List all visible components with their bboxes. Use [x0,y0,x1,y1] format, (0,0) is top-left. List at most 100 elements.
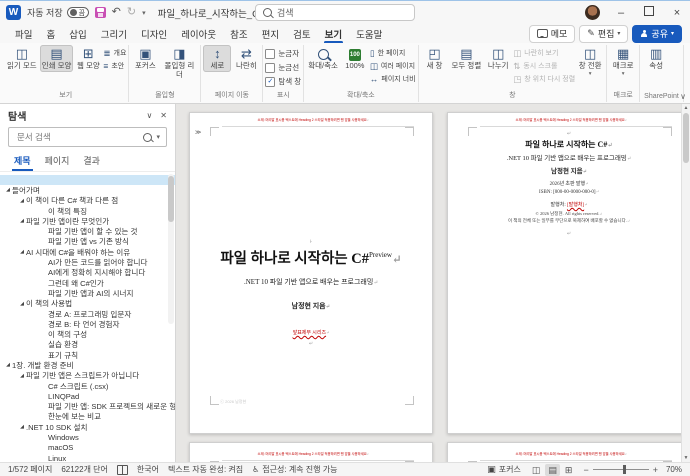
autosave-control[interactable]: 자동 저장 끔 [27,6,89,19]
nav-heading-item[interactable]: AI에게 정확히 지시해야 합니다 [0,268,175,278]
ribbon-small-button[interactable]: ≡ 초안 [103,60,126,72]
expand-triangle-icon[interactable]: ◢ [18,301,26,307]
ribbon-button[interactable]: ⊞ 웹 모양 [74,45,102,72]
nav-heading-item[interactable]: 파일 기반 앱이 할 수 있는 것 [0,226,175,236]
nav-search-input[interactable] [15,131,140,143]
zoom-slider-thumb[interactable] [622,465,626,474]
checkbox-icon[interactable] [265,48,276,59]
nav-heading-item[interactable]: Linux [0,453,175,462]
ribbon-button[interactable]: ◰ 새 창 [421,45,449,72]
comments-button[interactable]: 메모 [528,24,576,43]
scrollbar-thumb[interactable] [683,113,689,163]
ribbon-button[interactable]: ⇄ 나란히 [232,45,260,72]
ribbon-small-button[interactable]: ↔ 페이지 너비 [370,73,416,85]
undo-icon[interactable]: ↶ [112,7,121,18]
zoom-out-icon[interactable]: − [583,465,588,475]
ribbon-checkbox[interactable]: ✓ 탐색 창 [265,75,301,88]
page-3[interactable]: 소제: 머리말 표시용 텍스트에 Heading 2 스타일 적용하려면 맨 앞… [189,442,433,462]
zoom-level[interactable]: 70% [666,465,682,474]
ribbon-tab[interactable]: 도움말 [349,25,389,43]
share-button[interactable]: 공유 ▾ [632,24,682,43]
nav-heading-item[interactable]: ◢ .NET 10 SDK 설치 [0,422,175,432]
scroll-up-icon[interactable]: ▲ [682,105,690,111]
save-icon[interactable] [94,7,106,18]
redo-icon[interactable]: ↻ [127,7,136,18]
ribbon-tab[interactable]: 디자인 [134,25,174,43]
ribbon-tab[interactable]: 검토 [286,25,317,43]
nav-heading-item[interactable]: macOS [0,443,175,453]
ribbon-tab[interactable]: 보기 [318,25,349,44]
ribbon-button[interactable]: ◫ 나누기 [484,45,512,72]
text-autocomplete-status[interactable]: 텍스트 자동 완성: 켜짐 [168,464,243,475]
nav-heading-item[interactable]: 표기 규칙 [0,350,175,360]
nav-tab[interactable]: 결과 [77,152,106,171]
minimize-button[interactable]: – [614,7,628,19]
maximize-button[interactable] [642,6,656,19]
page-4[interactable]: 소제: 머리말 표시용 텍스트에 Heading 2 스타일 적용하려면 맨 앞… [447,442,690,462]
nav-heading-item[interactable]: 파일 기반 앱: SDK 프로젝트의 새로운 형태 [0,402,175,412]
nav-scrollbar[interactable] [168,174,174,324]
language-indicator[interactable]: 한국어 [137,464,159,475]
ribbon-button[interactable]: ◫ 읽기 모드 [5,45,39,72]
ribbon-tab[interactable]: 홈 [39,25,62,43]
document-scrollbar[interactable]: ▲ ▼ [681,104,690,462]
nav-heading-item[interactable]: ◢ 파일 기반 앱은 스크립트가 아닙니다 [0,371,175,381]
ribbon-button[interactable]: ◫ 창 전환 ▾ [576,45,604,78]
checkbox-icon[interactable]: ✓ [265,76,276,87]
nav-close-icon[interactable]: ✕ [160,111,167,120]
nav-heading-item[interactable]: 파일 기반 앱 vs 기존 방식 [0,237,175,247]
nav-tab[interactable]: 페이지 [39,152,76,171]
checkbox-icon[interactable] [265,62,276,73]
nav-heading-item[interactable]: ◢ 들어가며 [0,185,175,195]
web-layout-view-icon[interactable]: ⊞ [562,464,576,476]
avatar[interactable] [585,5,600,20]
scroll-down-icon[interactable]: ▼ [682,455,690,461]
nav-heading-item[interactable]: ◢ 1장. 개발 환경 준비 [0,360,175,370]
expand-triangle-icon[interactable]: ◢ [18,198,26,204]
ribbon-button[interactable]: 100 100% [341,45,369,72]
nav-search-box[interactable]: ▾ [8,127,167,147]
nav-options-caret-icon[interactable]: ∨ [146,111,152,120]
close-button[interactable]: × [670,7,684,19]
nav-heading-item[interactable]: 경로 A: 프로그래밍 입문자 [0,309,175,319]
ribbon-tab[interactable]: 레이아웃 [174,25,223,43]
nav-tab[interactable]: 제목 [8,152,37,171]
nav-heading-item[interactable]: LINQPad [0,391,175,401]
ribbon-tab[interactable]: 참조 [223,25,254,43]
ribbon-button[interactable]: ▦ 매크로 ▾ [609,45,637,78]
proofing-icon[interactable] [116,464,128,475]
search-input[interactable]: 검색 [255,4,415,21]
accessibility-status[interactable]: ♿ 접근성: 계속 진행 가능 [252,464,337,475]
expand-triangle-icon[interactable]: ◢ [4,362,12,368]
page-2[interactable]: 소제: 머리말 표시용 텍스트에 Heading 2 스타일 적용하려면 맨 앞… [447,112,690,434]
nav-heading-item[interactable]: ◢ AI 시대에 C#을 배워야 하는 이유 [0,247,175,257]
nav-heading-item[interactable]: 파일 기반 앱과 AI의 시너지 [0,288,175,298]
expand-triangle-icon[interactable]: ◢ [4,187,12,193]
nav-heading-item[interactable]: 그런데 왜 C#인가 [0,278,175,288]
zoom-in-icon[interactable]: + [653,465,658,475]
nav-search-caret-icon[interactable]: ▾ [156,133,160,141]
ribbon-tab[interactable]: 그리기 [94,25,134,43]
zoom-slider[interactable]: − + [583,465,658,475]
nav-heading-item[interactable]: ◢ 이 책의 사용법 [0,299,175,309]
print-layout-view-icon[interactable]: ▤ [545,463,560,476]
ribbon-checkbox[interactable]: 눈금선 [265,61,301,74]
page-indicator[interactable]: 1/572 페이지 [8,464,52,475]
expand-triangle-icon[interactable]: ◢ [18,218,26,224]
ribbon-button[interactable]: ▣ 포커스 [131,45,159,72]
nav-heading-item[interactable]: 실습 환경 [0,340,175,350]
ribbon-button[interactable]: ↕ 세로 [203,45,232,72]
ribbon-small-button[interactable]: ◫ 여러 페이지 [370,60,416,72]
nav-heading-item[interactable]: AI가 만든 코드를 읽어야 합니다 [0,257,175,267]
ribbon-button[interactable]: ▥ 속성 [642,45,670,72]
read-mode-view-icon[interactable]: ◫ [529,464,544,476]
nav-heading-item[interactable] [0,175,175,186]
autosave-toggle[interactable]: 끔 [66,7,89,18]
ribbon-small-button[interactable]: ≣ 개요 [103,47,126,59]
focus-mode-button[interactable]: ▣ 포커스 [487,464,521,475]
nav-heading-item[interactable]: ◢ 이 책이 다른 C# 책과 다른 점 [0,196,175,206]
nav-search-icon[interactable] [143,132,153,142]
expand-triangle-icon[interactable]: ◢ [18,249,26,255]
ribbon-button[interactable]: ▤ 모두 정렬 [450,45,484,72]
document-canvas[interactable]: 소제: 머리말 표시용 텍스트에 Heading 2 스타일 적용하려면 맨 앞… [176,104,690,462]
